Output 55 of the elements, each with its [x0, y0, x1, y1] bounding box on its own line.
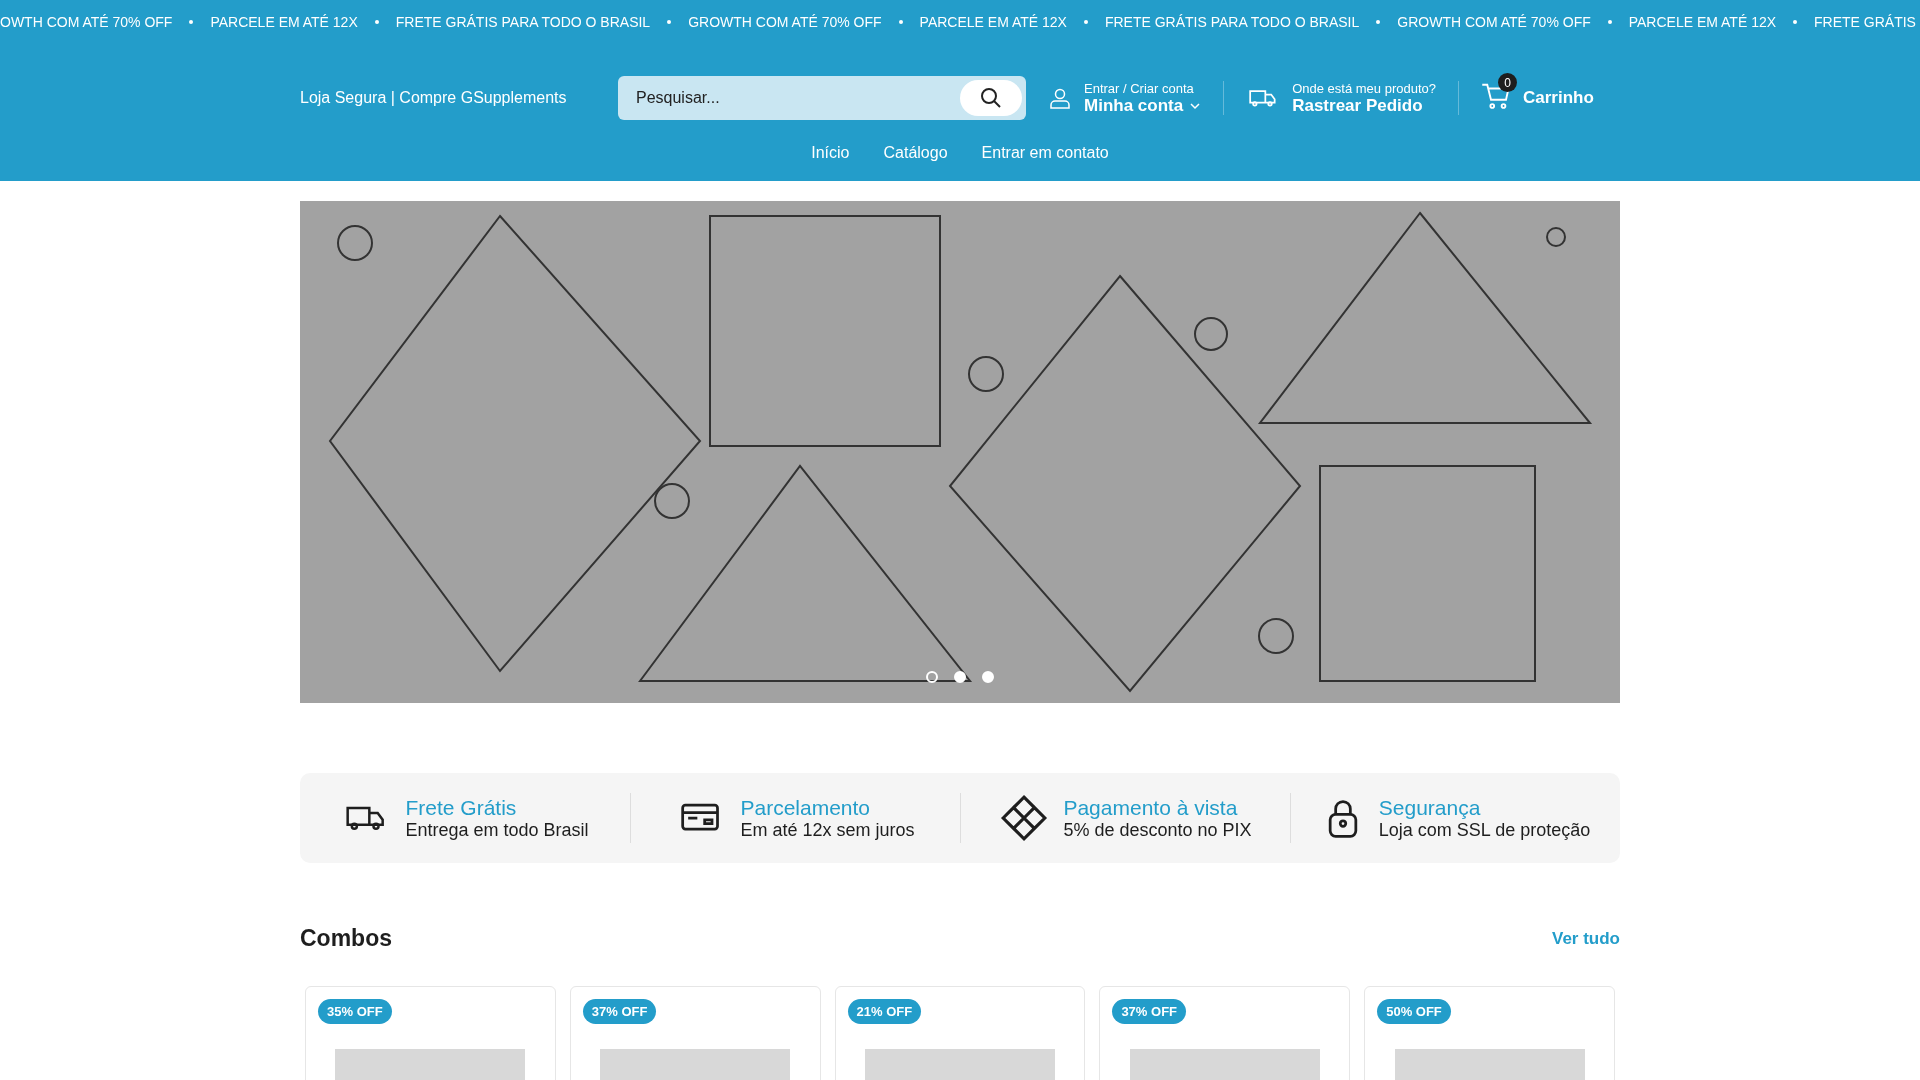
feature-title: Segurança [1378, 795, 1482, 820]
cart-count-badge: 0 [1498, 73, 1517, 92]
announcement-text: PARCELE EM ATÉ 12X [919, 14, 1067, 30]
discount-badge: 21% OFF [847, 999, 922, 1024]
nav-link[interactable]: Entrar em contato [981, 144, 1109, 162]
separator-dot-icon [1083, 20, 1088, 24]
account-hint: Entrar / Criar conta [1084, 80, 1195, 96]
separator-dot-icon [374, 20, 379, 24]
discount-badge: 37% OFF [1112, 999, 1186, 1024]
feature-title: Parcelamento [740, 795, 872, 820]
tracking-link[interactable]: Rastrear Pedido [1292, 95, 1423, 116]
slide-dot[interactable] [926, 671, 938, 683]
separator-dot-icon [1793, 20, 1798, 24]
separator-dot-icon [1607, 20, 1612, 24]
cart-link[interactable]: Carrinho [1523, 88, 1594, 108]
product-card[interactable]: 21% OFF [834, 986, 1086, 1080]
slide-dot[interactable] [982, 671, 994, 683]
product-card[interactable]: 50% OFF [1364, 986, 1615, 1080]
separator-dot-icon [1376, 20, 1381, 24]
product-card[interactable]: 37% OFF [1099, 986, 1351, 1080]
search-input[interactable]: Pesquisar... [634, 88, 960, 108]
announcement-text: OWTH COM ATÉ 70% OFF [0, 14, 173, 30]
diamond-icon [999, 793, 1050, 843]
discount-badge: 35% OFF [318, 999, 392, 1024]
search-icon [979, 86, 1003, 110]
separator-dot-icon [667, 20, 672, 24]
announcement-text: FRETE GRÁTIS PARA TODO O BRASIL [1104, 14, 1360, 30]
view-all-link[interactable]: Ver tudo [1552, 928, 1620, 949]
product-card[interactable]: 37% OFF [569, 986, 821, 1080]
feature-title: Frete Grátis [405, 795, 518, 820]
feature-text: Em até 12x sem juros [740, 819, 915, 841]
separator-dot-icon [898, 20, 903, 24]
announcement-text: PARCELE EM ATÉ 12X [1628, 14, 1777, 30]
nav-link[interactable]: Início [811, 144, 850, 162]
separator-dot-icon [189, 20, 194, 24]
announcement-text: GROWTH COM ATÉ 70% OFF [688, 14, 882, 30]
feature-title: Pagamento à vista [1063, 795, 1239, 820]
feature-text: Loja com SSL de proteção [1378, 819, 1591, 841]
discount-badge: 50% OFF [1377, 999, 1451, 1024]
search-field[interactable]: Pesquisar... [618, 76, 1026, 120]
announcement-text: GROWTH COM ATÉ 70% OFF [1397, 14, 1591, 30]
feature-text: Entrega em todo Brasil [405, 819, 589, 841]
tracking-hint: Onde está meu produto? [1292, 80, 1436, 96]
search-button[interactable] [960, 80, 1022, 116]
store-tagline: Loja Segura | Compre GSupplements [300, 89, 568, 107]
account-link[interactable]: Minha conta [1084, 95, 1202, 116]
announcement-text: FRETE GRÁTIS PARA TODO O BRASIL [395, 14, 651, 30]
feature-text: 5% de desconto no PIX [1063, 819, 1252, 841]
product-card[interactable]: 35% OFF [305, 986, 556, 1080]
announcement-text: PARCELE EM ATÉ 12X [210, 14, 358, 30]
section-title: Combos [300, 925, 392, 952]
nav-link[interactable]: Catálogo [883, 144, 948, 162]
discount-badge: 37% OFF [582, 999, 657, 1024]
announcement-text: FRETE GRÁTIS [1814, 14, 1916, 30]
slide-dot[interactable] [954, 671, 966, 683]
